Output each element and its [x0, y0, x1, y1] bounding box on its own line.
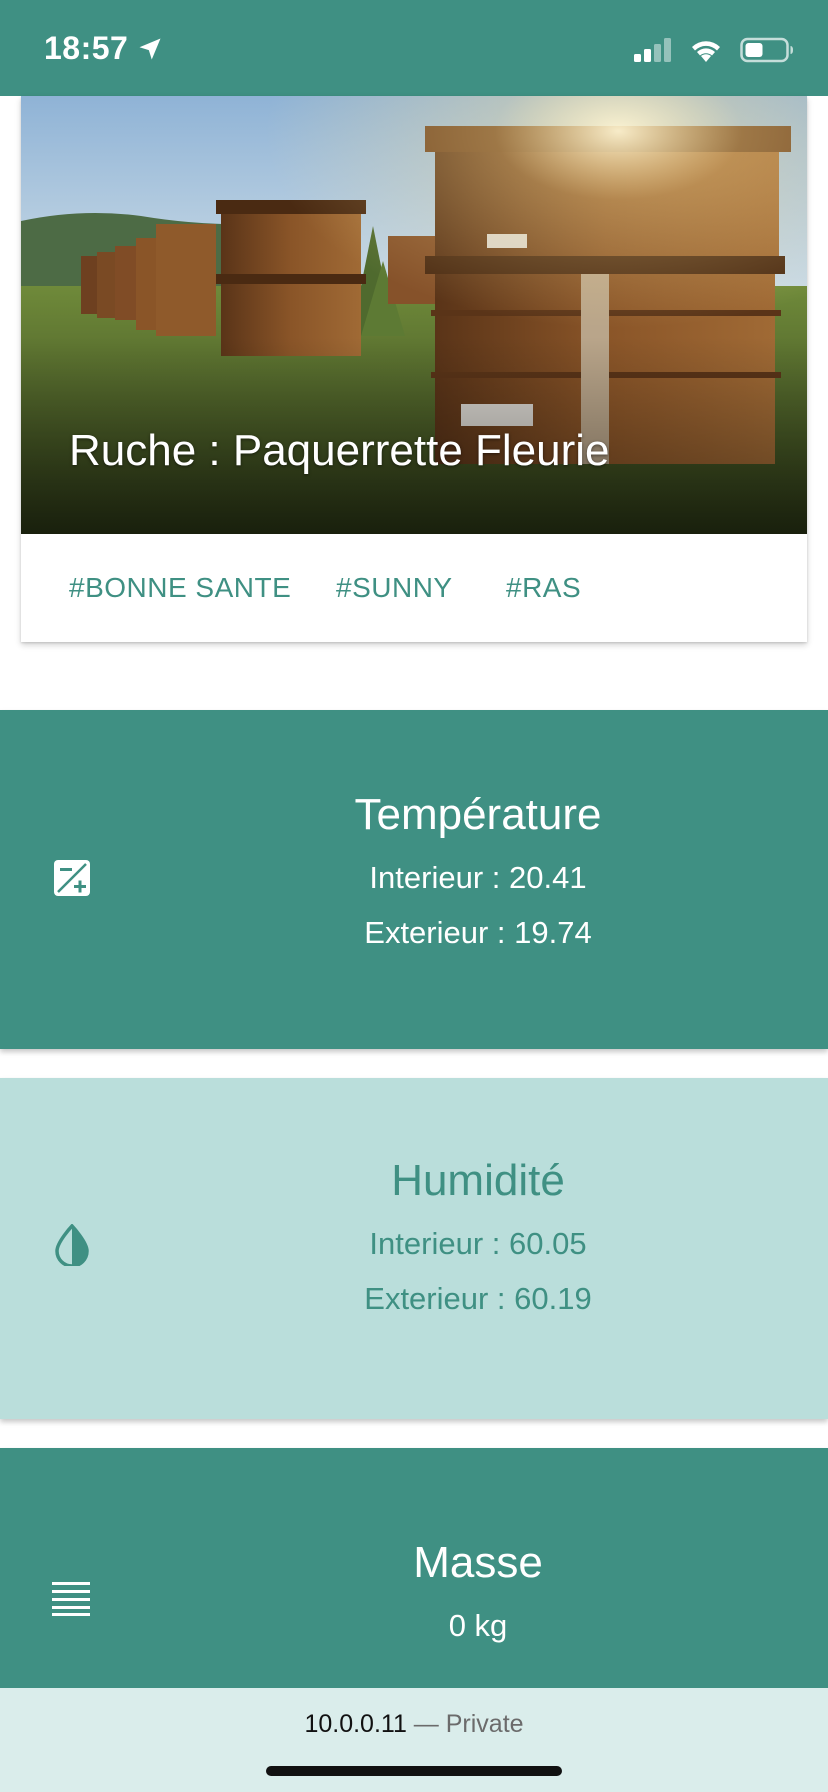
- tag-bonne-sante[interactable]: #BONNE SANTE: [69, 572, 291, 604]
- temperature-panel[interactable]: Température Interieur : 20.41 Exterieur …: [0, 710, 828, 1049]
- address-separator: —: [406, 1710, 446, 1738]
- humidity-exterior: Exterieur : 60.19: [364, 1281, 592, 1316]
- humidity-panel[interactable]: Humidité Interieur : 60.05 Exterieur : 6…: [0, 1078, 828, 1419]
- home-indicator[interactable]: [266, 1766, 562, 1776]
- mass-value: 0 kg: [448, 1608, 508, 1643]
- browser-bottom-bar: 10.0.0.11 — Private: [0, 1688, 828, 1792]
- tags-row: #BONNE SANTE #SUNNY #RAS: [21, 534, 807, 642]
- exposure-plus-icon: [54, 860, 90, 896]
- address-text: 10.0.0.11: [304, 1710, 407, 1738]
- hive-card[interactable]: Ruche : Paquerrette Fleurie #BONNE SANTE…: [21, 96, 807, 642]
- temperature-title: Température: [354, 790, 602, 839]
- status-bar: 18:57: [0, 0, 828, 96]
- temperature-exterior: Exterieur : 19.74: [364, 915, 592, 950]
- cellular-signal-icon: [634, 38, 671, 62]
- mass-title: Masse: [413, 1538, 543, 1587]
- hive-title: Ruche : Paquerrette Fleurie: [69, 426, 610, 475]
- battery-icon: [740, 37, 793, 63]
- private-mode-label: Private: [445, 1710, 524, 1738]
- mass-panel[interactable]: Masse 0 kg: [0, 1448, 828, 1708]
- beehives-in-field-photo: Ruche : Paquerrette Fleurie: [21, 96, 807, 534]
- water-drop-icon: [55, 1224, 89, 1266]
- status-time: 18:57: [44, 30, 129, 66]
- tag-sunny[interactable]: #SUNNY: [336, 572, 453, 604]
- temperature-interior: Interieur : 20.41: [369, 860, 587, 895]
- humidity-title: Humidité: [391, 1156, 565, 1205]
- status-icons: [632, 36, 794, 64]
- humidity-interior: Interieur : 60.05: [369, 1226, 587, 1261]
- address-bar[interactable]: 10.0.0.11 — Private: [0, 1710, 828, 1739]
- tag-ras[interactable]: #RAS: [506, 572, 581, 604]
- location-arrow-icon: [139, 38, 161, 59]
- wifi-icon: [692, 41, 720, 62]
- status-time-group: 18:57: [44, 30, 164, 67]
- scale-lines-icon: [52, 1582, 90, 1616]
